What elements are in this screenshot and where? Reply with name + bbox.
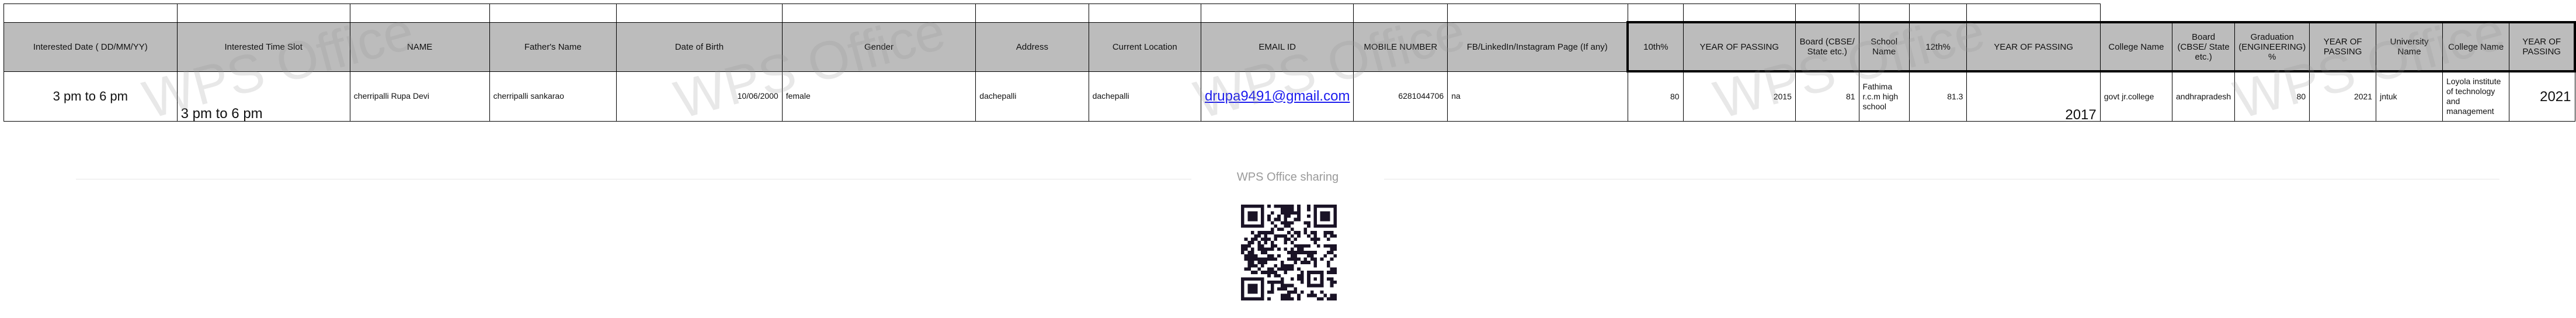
header-cell[interactable]: Gender	[781, 22, 976, 72]
header-cell[interactable]: MOBILE NUMBER	[1353, 22, 1448, 72]
header-cell[interactable]: YEAR OF PASSING	[2309, 21, 2377, 72]
header-cell[interactable]: Interested Time Slot	[176, 22, 350, 72]
header-cell[interactable]: FB/LinkedIn/Instagram Page (If any)	[1447, 22, 1628, 72]
email-link[interactable]: drupa9491@gmail.com	[1205, 88, 1350, 104]
header-cell[interactable]: Date of Birth	[616, 22, 783, 72]
cell-university[interactable]: jntuk	[2376, 71, 2443, 122]
share-label: WPS Office sharing	[1236, 171, 1339, 184]
header-cell[interactable]: University Name	[2376, 21, 2443, 72]
cell-interested-date[interactable]: 3 pm to 6 pm	[4, 71, 178, 122]
cell-grad-year-2[interactable]: 2021	[2509, 71, 2575, 122]
header-cell[interactable]: College Name	[2099, 21, 2173, 72]
header-cell[interactable]: School Name	[1858, 21, 1910, 72]
cell-grad-college[interactable]: Loyola institute of technology and manag…	[2442, 71, 2510, 122]
blank-row	[4, 4, 2575, 23]
cell-tenth-year[interactable]: 2015	[1682, 71, 1796, 122]
cell-time-slot[interactable]: 3 pm to 6 pm	[176, 71, 350, 122]
cell-mobile[interactable]: 6281044706	[1353, 71, 1448, 122]
header-cell[interactable]: YEAR OF PASSING	[2509, 21, 2576, 72]
cell-board-grad[interactable]: andhrapradesh	[2172, 71, 2236, 122]
cell-tenth-board[interactable]: 81	[1795, 71, 1859, 122]
cell-twelfth-year[interactable]: 2017	[1966, 71, 2101, 122]
header-cell[interactable]: Address	[975, 22, 1089, 72]
cell-father-name[interactable]: cherripalli sankarao	[489, 71, 617, 122]
cell-grad-pct[interactable]: 80	[2234, 71, 2310, 122]
cell-current-location[interactable]: dachepalli	[1088, 71, 1201, 122]
qr-code-icon	[1241, 205, 1337, 300]
header-cell[interactable]: 12th%	[1908, 21, 1967, 72]
header-cell[interactable]: College Name	[2442, 21, 2510, 72]
header-cell[interactable]: YEAR OF PASSING	[1966, 21, 2101, 72]
header-cell[interactable]: YEAR OF PASSING	[1682, 21, 1796, 72]
cell-gender[interactable]: female	[781, 71, 976, 122]
cell-twelfth-pct[interactable]: 81.3	[1908, 71, 1967, 122]
header-cell[interactable]: EMAIL ID	[1200, 22, 1354, 72]
cell-name[interactable]: cherripalli Rupa Devi	[349, 71, 490, 122]
header-cell[interactable]: Board (CBSE/ State etc.)	[1795, 21, 1859, 72]
header-cell[interactable]: Board (CBSE/ State etc.)	[2172, 21, 2236, 72]
data-table: Interested Date ( DD/MM/YY) Interested T…	[4, 4, 2576, 122]
header-cell[interactable]: 10th%	[1626, 21, 1684, 72]
header-cell[interactable]: NAME	[349, 22, 490, 72]
cell-school-name[interactable]: Fathima r.c.m high school	[1858, 71, 1910, 122]
cell-college-12[interactable]: govt jr.college	[2099, 71, 2173, 122]
cell-email[interactable]: drupa9491@gmail.com	[1200, 71, 1354, 122]
header-cell[interactable]: Interested Date ( DD/MM/YY)	[4, 22, 178, 72]
table-row: 3 pm to 6 pm 3 pm to 6 pm cherripalli Ru…	[4, 71, 2575, 122]
cell-address[interactable]: dachepalli	[975, 71, 1089, 122]
header-cell[interactable]: Graduation (ENGINEERING) %	[2234, 21, 2310, 72]
header-cell[interactable]: Current Location	[1088, 22, 1201, 72]
cell-grad-year[interactable]: 2021	[2309, 71, 2377, 122]
spreadsheet: Interested Date ( DD/MM/YY) Interested T…	[4, 4, 2576, 122]
header-cell[interactable]: Father's Name	[489, 22, 617, 72]
cell-social[interactable]: na	[1447, 71, 1628, 122]
cell-dob[interactable]: 10/06/2000	[616, 71, 783, 122]
cell-tenth-pct[interactable]: 80	[1627, 71, 1684, 122]
header-row: Interested Date ( DD/MM/YY) Interested T…	[4, 21, 2576, 72]
